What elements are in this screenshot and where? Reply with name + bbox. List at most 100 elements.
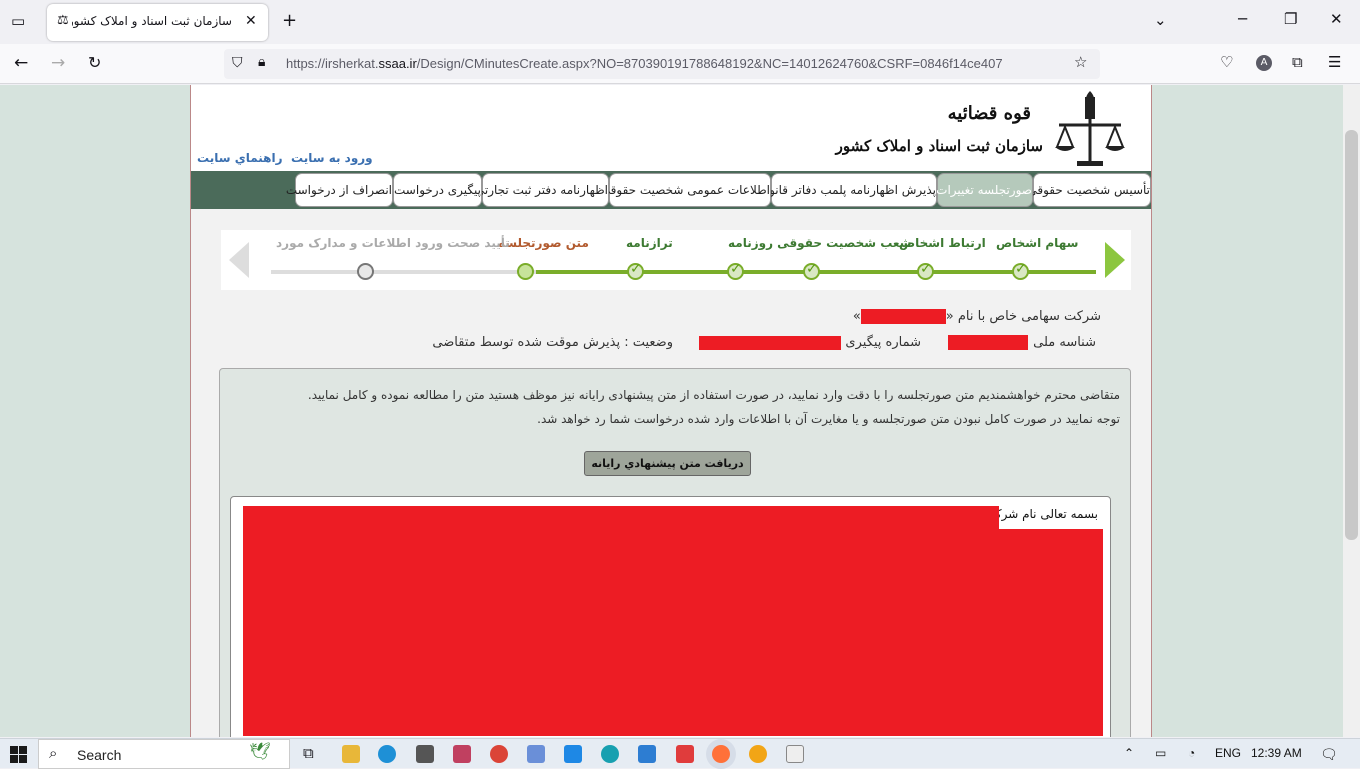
redacted-national-id (948, 335, 1028, 350)
tab-title: سازمان ثبت اسناد و املاک کشور (72, 14, 232, 28)
judiciary-emblem-icon (1055, 91, 1125, 166)
logo-organization-text: سازمان ثبت اسناد و املاک کشور (835, 137, 1043, 155)
tab-close-icon[interactable]: ✕ (245, 14, 257, 28)
checkmark-icon: ✓ (806, 261, 818, 277)
step-label-shareholders[interactable]: سهام اشخاص (996, 236, 1078, 250)
site-header: قوه قضائیه سازمان ثبت اسناد و املاک کشور… (191, 85, 1151, 171)
bookmark-star-icon[interactable]: ☆ (1074, 55, 1087, 70)
request-status: وضعیت : پذیرش موقت شده توسط متقاضی (432, 335, 673, 350)
app-grid-icon[interactable] (416, 745, 434, 763)
step-node-balance: ✓ (627, 261, 644, 280)
national-id-label: شناسه ملی : (1024, 335, 1096, 350)
battery-icon[interactable]: ▭ (1155, 746, 1166, 760)
editor-text: بسمه تعالی نام شرکت (984, 507, 1098, 521)
taskbar-search-label: Search (77, 747, 122, 763)
forward-arrow-icon[interactable]: → (51, 55, 65, 72)
paint-3d-icon[interactable] (527, 745, 545, 763)
tab-overview-icon[interactable]: ▭ (11, 14, 25, 29)
menu-item-establish[interactable]: تأسیس شخصیت حقوقی (1027, 173, 1151, 207)
pocket-icon[interactable]: ♡ (1220, 55, 1233, 70)
internet-explorer-icon[interactable] (378, 745, 396, 763)
step-node-shareholders: ✓ (1012, 261, 1029, 280)
redacted-company-name (860, 309, 946, 324)
anydesk-icon[interactable] (676, 745, 694, 763)
account-avatar-icon[interactable]: A (1256, 55, 1272, 71)
next-step-arrow-icon[interactable] (1105, 242, 1125, 278)
phone-link-icon[interactable] (638, 745, 656, 763)
step-label-balance[interactable]: ترازنامه (626, 236, 673, 250)
tracking-number-label: شماره پیگیری : (836, 335, 921, 350)
step-label-minutes-text[interactable]: متن صورتجلسه (498, 236, 589, 250)
address-bar[interactable]: ⛉ 🔒︎ https://irsherkat.ssaa.ir/Design/CM… (224, 49, 1100, 79)
menu-item-general-info[interactable]: اطلاعات عمومی شخصیت حقوقی (601, 173, 771, 207)
menu-item-change-minutes[interactable]: صورتجلسه تغییرات (936, 173, 1033, 207)
progress-track-remaining (271, 270, 536, 274)
tracking-shield-icon[interactable]: ⛉ (232, 56, 243, 70)
minutes-text-editor[interactable]: بسمه تعالی نام شرکت (230, 496, 1111, 737)
search-icon: ⌕ (49, 744, 58, 762)
site-favicon-icon: ⚖ (57, 13, 69, 28)
company-title: شرکت سهامی خاص با نام «» (852, 309, 1101, 324)
redacted-editor-content (243, 506, 999, 736)
clock-time[interactable]: 12:39 AM (1251, 746, 1302, 760)
edge-icon[interactable] (749, 745, 767, 763)
minutes-text-panel: متقاضی محترم خواهشمندیم متن صورتجلسه را … (219, 368, 1131, 737)
step-node-newspaper: ✓ (727, 261, 744, 280)
notice-line-2: توجه نمایید در صورت کامل نبودن متن صورتج… (537, 412, 1120, 426)
step-label-relations[interactable]: ارتباط اشخاص (899, 236, 986, 250)
paint-app-icon[interactable] (453, 745, 471, 763)
menu-item-ledger-seal[interactable]: پذیرش اظهارنامه پلمب دفاتر قانونی (756, 173, 937, 207)
menu-item-track-request[interactable]: پیگیری درخواست (393, 173, 482, 207)
site-help-link[interactable]: راهنماي سايت (197, 151, 282, 165)
prev-step-arrow-icon[interactable] (229, 242, 249, 278)
redacted-editor-content-2 (991, 529, 1103, 736)
reload-icon[interactable]: ↻ (88, 55, 101, 71)
step-node-confirm (357, 263, 374, 280)
minimize-icon[interactable]: ─ (1238, 12, 1247, 27)
redacted-tracking-number (699, 336, 841, 350)
menu-item-cancel-request[interactable]: انصراف از درخواست (286, 173, 393, 207)
file-explorer-icon[interactable] (342, 745, 360, 763)
close-window-icon[interactable]: ✕ (1330, 12, 1343, 27)
step-node-relations: ✓ (917, 261, 934, 280)
firefox-icon[interactable] (712, 745, 730, 763)
browser-tabbar: ▭ ⚖ سازمان ثبت اسناد و املاک کشور ✕ + ⌄ … (0, 0, 1360, 44)
step-node-branches: ✓ (803, 261, 820, 280)
remote-desktop-icon[interactable] (564, 745, 582, 763)
get-suggested-text-button[interactable]: دريافت متن پيشنهادي رايانه (584, 451, 751, 476)
checkmark-icon: ✓ (730, 261, 742, 277)
search-highlight-bird-icon: 🕊︎ (249, 742, 271, 762)
notifications-icon[interactable]: 🗨︎ (1320, 746, 1338, 763)
task-view-icon[interactable]: ⧉ (303, 746, 314, 761)
snipping-tool-icon[interactable] (786, 745, 804, 763)
checkmark-icon: ✓ (1015, 261, 1027, 277)
progress-stepper: سهام اشخاص ارتباط اشخاص شعب شخصیت حقوقی … (221, 230, 1131, 290)
checkmark-icon: ✓ (920, 261, 932, 277)
input-language[interactable]: ENG (1215, 746, 1241, 760)
browser-tab[interactable]: ⚖ سازمان ثبت اسناد و املاک کشور ✕ (47, 4, 268, 41)
tab-list-chevron-icon[interactable]: ⌄ (1154, 13, 1167, 28)
url-text[interactable]: https://irsherkat.ssaa.ir/Design/CMinute… (286, 56, 1076, 71)
windows-start-icon[interactable] (10, 746, 27, 763)
windows-taskbar: ⌕ Search 🕊︎ ⧉ ⌃ ▭ ◔ ENG 12:39 AM 🗨︎ (0, 738, 1360, 769)
tray-chevron-icon[interactable]: ⌃ (1124, 746, 1134, 760)
lock-icon[interactable]: 🔒︎ (258, 55, 265, 69)
step-label-confirm: تأیید صحت ورود اطلاعات و مدارک مورد (276, 236, 510, 250)
site-container: قوه قضائیه سازمان ثبت اسناد و املاک کشور… (190, 85, 1152, 737)
notice-line-1: متقاضی محترم خواهشمندیم متن صورتجلسه را … (307, 388, 1120, 402)
wifi-icon[interactable]: ◔ (1188, 746, 1195, 760)
taskbar-search[interactable]: ⌕ Search 🕊︎ (38, 739, 290, 769)
menu-item-commercial-ledger[interactable]: اظهارنامه دفتر ثبت تجارتی (475, 173, 609, 207)
new-tab-icon[interactable]: + (282, 12, 297, 30)
app-menu-icon[interactable]: ☰ (1328, 55, 1341, 70)
page-scrollbar-thumb[interactable] (1345, 130, 1358, 540)
checkmark-icon: ✓ (630, 261, 642, 277)
step-label-branches[interactable]: شعب شخصیت حقوقی روزنامه (728, 236, 912, 250)
restore-icon[interactable]: ❐ (1284, 12, 1297, 27)
chrome-icon[interactable] (490, 745, 508, 763)
extensions-icon[interactable]: ⧉ (1292, 55, 1303, 70)
back-arrow-icon[interactable]: ← (14, 55, 28, 72)
navigation-toolbar: ← → ↻ ⛉ 🔒︎ https://irsherkat.ssaa.ir/Des… (0, 44, 1360, 84)
edge-legacy-icon[interactable] (601, 745, 619, 763)
site-login-link[interactable]: ورود به سايت (291, 151, 373, 165)
